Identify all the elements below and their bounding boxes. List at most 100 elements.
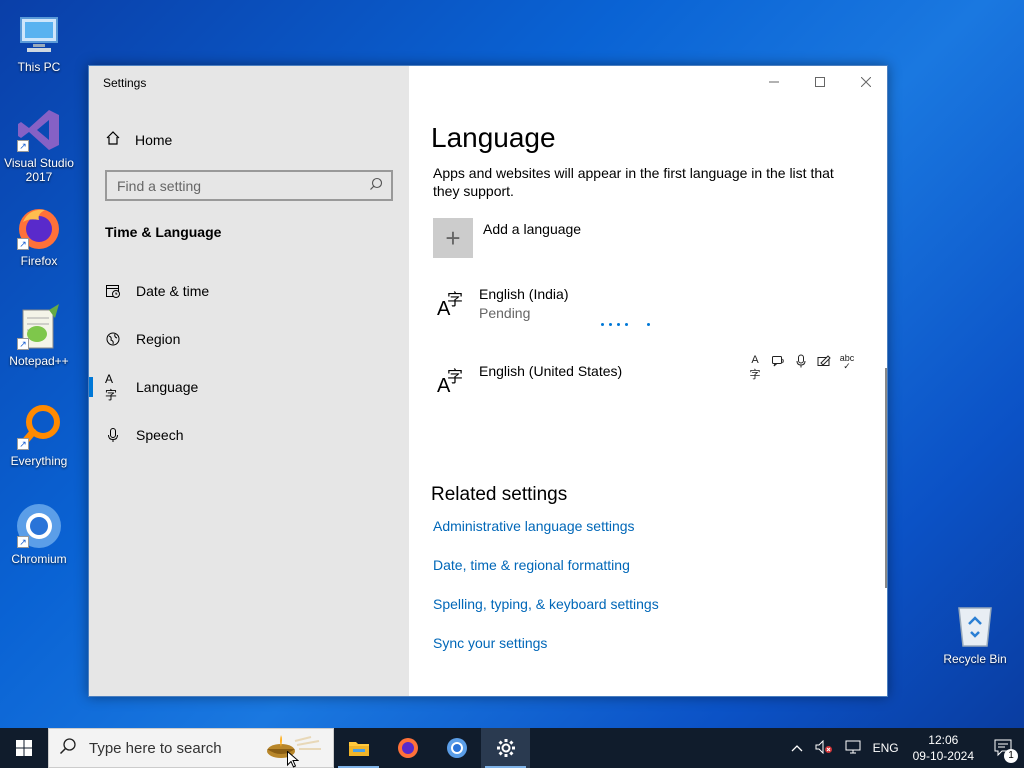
desktop-icon-label: Firefox: [20, 254, 58, 268]
handwriting-icon: [816, 354, 832, 382]
link-date-time-regional-formatting[interactable]: Date, time & regional formatting: [433, 557, 630, 573]
file-explorer-icon: [348, 742, 369, 756]
chromium-icon: ↗: [15, 502, 63, 550]
start-button[interactable]: [0, 728, 48, 768]
notepad-plus-plus-icon: ↗: [15, 304, 63, 352]
language-item-english-india[interactable]: A 字 English (India) Pending: [433, 284, 569, 321]
clock-date: 09-10-2024: [912, 749, 974, 763]
show-hidden-icons-chevron-icon[interactable]: [791, 741, 803, 755]
firefox-icon: [397, 738, 418, 758]
taskbar-app-chromium[interactable]: [432, 728, 481, 768]
shortcut-arrow-icon: ↗: [17, 438, 29, 450]
desktop-icon-notepad-plus-plus[interactable]: ↗ Notepad++: [0, 304, 78, 368]
windows-logo-icon: [16, 740, 32, 756]
desktop-icon-this-pc[interactable]: This PC: [0, 10, 78, 74]
sidebar-item-label: Language: [136, 379, 199, 395]
scrollbar[interactable]: [885, 368, 887, 588]
home-nav-item[interactable]: Home: [105, 130, 172, 149]
microphone-icon: [105, 427, 121, 443]
everything-icon: ↗: [15, 404, 63, 452]
mouse-cursor-icon: [287, 751, 299, 768]
taskbar-app-settings[interactable]: [481, 728, 530, 768]
shortcut-arrow-icon: ↗: [17, 140, 29, 152]
page-description: Apps and websites will appear in the fir…: [433, 165, 834, 199]
window-title: Settings: [103, 76, 147, 90]
desktop-icon-recycle-bin[interactable]: Recycle Bin: [936, 602, 1014, 666]
clock[interactable]: 12:06 09-10-2024: [913, 732, 974, 764]
recycle-bin-icon: [951, 602, 999, 650]
network-icon[interactable]: [845, 740, 861, 757]
link-administrative-language-settings[interactable]: Administrative language settings: [433, 518, 635, 534]
taskbar-search-placeholder: Type here to search: [89, 739, 222, 757]
taskbar-app-firefox[interactable]: [383, 728, 432, 768]
action-center-button[interactable]: 1: [984, 739, 1024, 763]
this-pc-icon: [15, 10, 63, 58]
language-icon: A字: [105, 371, 118, 402]
firefox-icon: ↗: [15, 204, 63, 252]
clock-time: 12:06: [928, 733, 959, 747]
sidebar-section-title: Time & Language: [105, 224, 222, 240]
sidebar-item-label: Region: [136, 331, 181, 347]
settings-search-input[interactable]: [117, 177, 369, 194]
progress-dots: [601, 323, 650, 326]
close-button[interactable]: [843, 66, 889, 98]
display-language-icon: A字: [749, 354, 761, 381]
spellcheck-icon: abc ✓: [839, 353, 855, 371]
settings-search-box[interactable]: [105, 170, 393, 201]
language-name: English (United States): [479, 363, 623, 379]
taskbar-app-file-explorer[interactable]: [334, 728, 383, 768]
link-sync-settings[interactable]: Sync your settings: [433, 635, 547, 651]
minimize-button[interactable]: [751, 66, 797, 98]
language-name: English (India): [479, 286, 569, 302]
desktop-icon-visual-studio[interactable]: ↗ Visual Studio 2017: [0, 106, 78, 184]
add-language-button[interactable]: + Add a language: [433, 218, 581, 258]
input-language-indicator[interactable]: ENG: [873, 741, 899, 755]
add-language-label: Add a language: [483, 221, 582, 237]
volume-muted-icon[interactable]: [815, 739, 833, 757]
sidebar-item-label: Speech: [136, 427, 184, 443]
plus-icon: +: [433, 218, 473, 258]
shortcut-arrow-icon: ↗: [17, 338, 29, 350]
taskbar: Type here to search ENG 12:06 09-10-2024: [0, 728, 1024, 768]
globe-icon: [105, 331, 121, 347]
link-spelling-typing-keyboard[interactable]: Spelling, typing, & keyboard settings: [433, 596, 659, 612]
settings-sidebar: Settings Home Time & Language Date & tim…: [89, 66, 409, 696]
sidebar-item-region[interactable]: Region: [89, 315, 409, 363]
search-icon[interactable]: [369, 177, 383, 194]
desktop-icon-label: Visual Studio 2017: [4, 156, 74, 184]
language-feature-icons: A字 abc ✓: [747, 354, 855, 382]
window-controls: [751, 66, 889, 98]
settings-window: Settings Home Time & Language Date & tim…: [88, 65, 888, 697]
sidebar-item-date-time[interactable]: Date & time: [89, 267, 409, 315]
language-item-english-us[interactable]: A 字 English (United States): [433, 361, 622, 397]
calendar-clock-icon: [105, 283, 121, 299]
notification-count-badge: 1: [1004, 749, 1018, 763]
language-icon: A 字: [437, 292, 464, 320]
desktop-icon-label: Everything: [10, 454, 68, 468]
text-to-speech-icon: [770, 354, 786, 382]
shortcut-arrow-icon: ↗: [17, 536, 29, 548]
desktop-icon-firefox[interactable]: ↗ Firefox: [0, 204, 78, 268]
desktop-icon-label: Chromium: [11, 552, 67, 566]
related-settings-title: Related settings: [431, 484, 568, 505]
language-status: Pending: [479, 305, 531, 321]
settings-content: Language Apps and websites will appear i…: [409, 66, 889, 696]
desktop-icon-label: Recycle Bin: [943, 652, 1007, 666]
language-icon: A 字: [437, 369, 464, 397]
desktop-icon-chromium[interactable]: ↗ Chromium: [0, 502, 78, 566]
page-title: Language: [431, 122, 556, 153]
chromium-icon: [446, 738, 467, 758]
sidebar-item-label: Date & time: [136, 283, 210, 299]
sidebar-item-speech[interactable]: Speech: [89, 411, 409, 459]
maximize-button[interactable]: [797, 66, 843, 98]
search-icon: [59, 737, 77, 759]
settings-gear-icon: [496, 739, 515, 757]
speech-recognition-icon: [793, 354, 809, 382]
shortcut-arrow-icon: ↗: [17, 238, 29, 250]
desktop-icon-everything[interactable]: ↗ Everything: [0, 404, 78, 468]
visual-studio-icon: ↗: [15, 106, 63, 154]
home-label: Home: [135, 131, 173, 148]
system-tray: ENG 12:06 09-10-2024 1: [785, 728, 1024, 768]
home-icon: [105, 130, 121, 149]
sidebar-item-language[interactable]: A字 Language: [89, 363, 409, 411]
